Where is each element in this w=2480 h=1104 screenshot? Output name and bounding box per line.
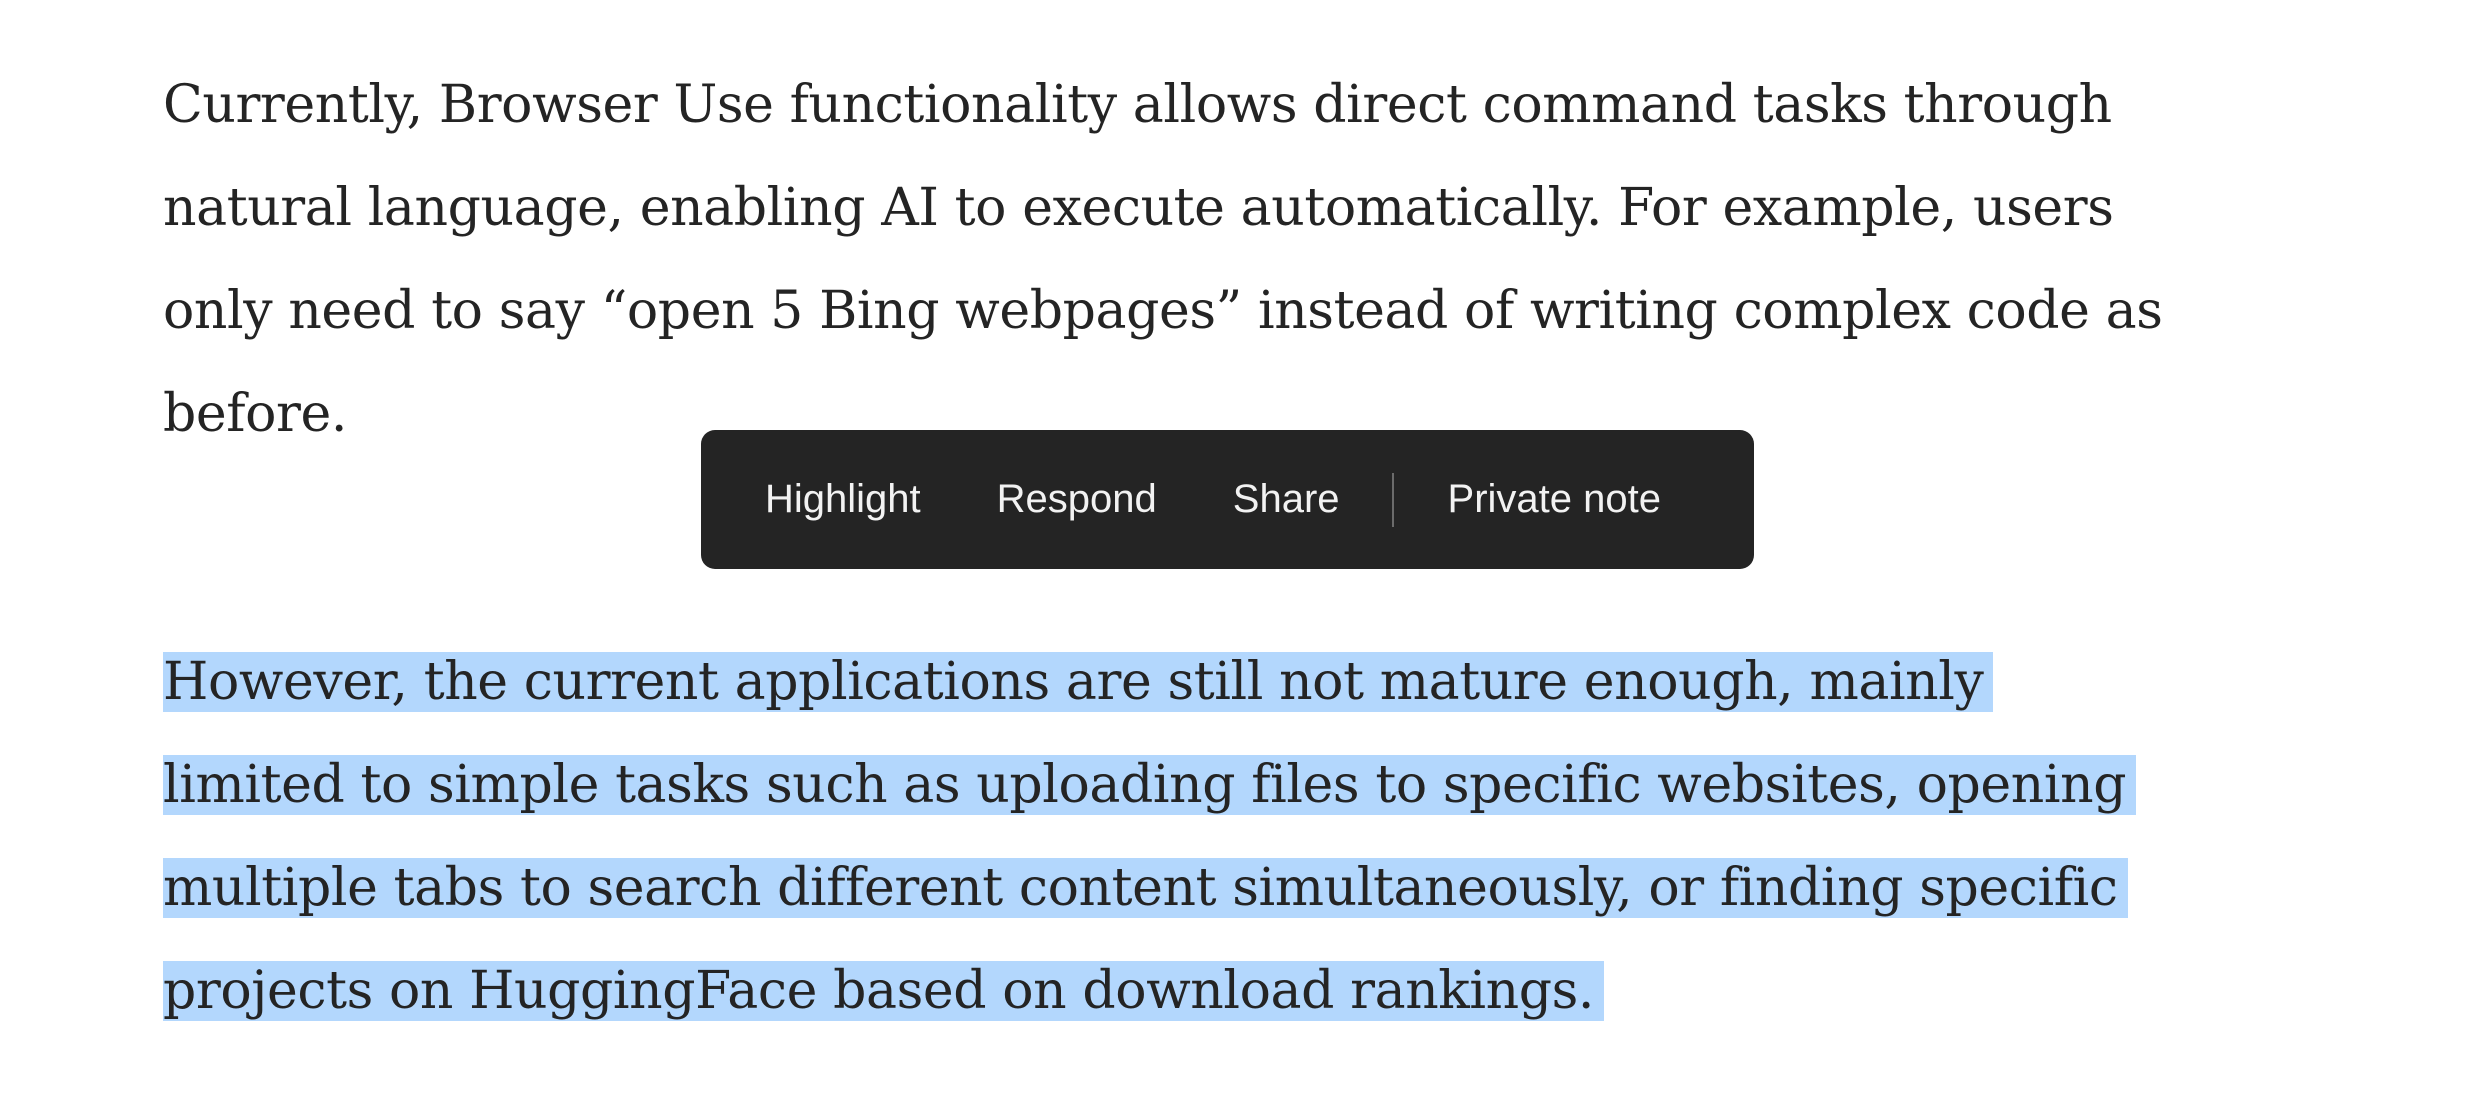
paragraph-line: Currently, Browser Use functionality all… bbox=[163, 75, 2112, 135]
selected-text-line[interactable]: limited to simple tasks such as uploadin… bbox=[163, 755, 2137, 815]
text-selection-toolbar: Highlight Respond Share Private note bbox=[701, 430, 1754, 569]
share-button[interactable]: Share bbox=[1233, 477, 1340, 522]
respond-button[interactable]: Respond bbox=[997, 477, 1157, 522]
highlight-button[interactable]: Highlight bbox=[765, 477, 921, 522]
selected-text-line[interactable]: multiple tabs to search different conten… bbox=[163, 858, 2128, 918]
selected-text-line[interactable]: However, the current applications are st… bbox=[163, 652, 1994, 712]
paragraph-line: natural language, enabling AI to execute… bbox=[163, 178, 2114, 238]
toolbar-divider bbox=[1391, 472, 1394, 527]
selected-text-line[interactable]: projects on HuggingFace based on downloa… bbox=[163, 961, 1605, 1021]
private-note-button[interactable]: Private note bbox=[1448, 477, 1661, 522]
paragraph-line: only need to say “open 5 Bing webpages” … bbox=[163, 281, 2163, 341]
paragraph-browser-use: Currently, Browser Use functionality all… bbox=[163, 54, 2313, 466]
selected-paragraph[interactable]: However, the current applications are st… bbox=[163, 631, 2313, 1043]
